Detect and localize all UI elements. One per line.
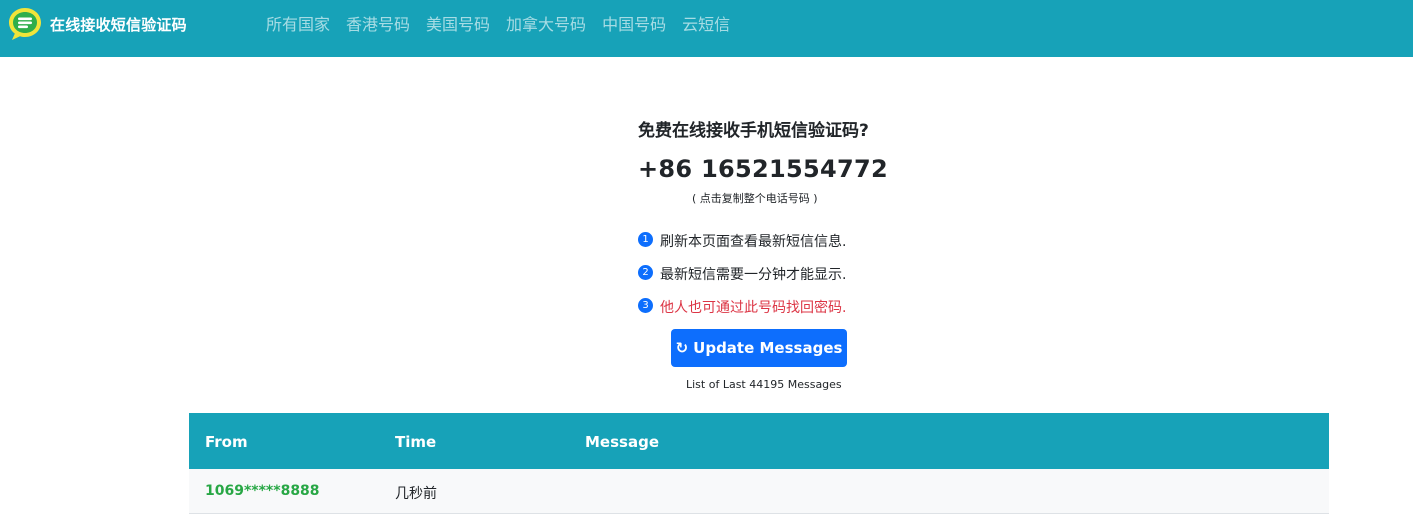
brand-link[interactable]: 在线接收短信验证码 [7, 6, 187, 42]
number-badge-icon: 1 [638, 231, 653, 247]
sender-number: 1069*****8888 [205, 483, 320, 499]
chat-bubble-logo-icon [9, 8, 41, 40]
nav-all-countries[interactable]: 所有国家 [266, 14, 330, 36]
copy-hint[interactable]: ( 点击复制整个电话号码 ) [692, 190, 818, 206]
table-row: 1069*****8888 几秒前 [189, 469, 1329, 514]
tip-item: 2 最新短信需要一分钟才能显示. [638, 264, 846, 284]
brand-text: 在线接收短信验证码 [50, 15, 187, 34]
main-nav: 所有国家 香港号码 美国号码 加拿大号码 中国号码 云短信 [266, 14, 746, 36]
update-messages-label: Update Messages [693, 339, 843, 357]
refresh-icon: ↻ [675, 339, 689, 357]
message-time: 几秒前 [395, 486, 437, 502]
nav-us-numbers[interactable]: 美国号码 [426, 14, 490, 36]
tip-text: 他人也可通过此号码找回密码. [660, 300, 847, 316]
page-title: 免费在线接收手机短信验证码? [638, 121, 869, 141]
message-count: List of Last 44195 Messages [686, 378, 842, 391]
tip-item: 1 刷新本页面查看最新短信信息. [638, 231, 846, 251]
nav-china-numbers[interactable]: 中国号码 [602, 14, 666, 36]
nav-hongkong-numbers[interactable]: 香港号码 [346, 14, 410, 36]
number-badge-icon: 2 [638, 264, 653, 280]
nav-cloud-sms[interactable]: 云短信 [682, 14, 730, 36]
column-header-from: From [205, 433, 248, 451]
column-header-time: Time [395, 433, 437, 451]
table-header: From Time Message [189, 413, 1329, 469]
nav-canada-numbers[interactable]: 加拿大号码 [506, 14, 586, 36]
top-navbar: 在线接收短信验证码 所有国家 香港号码 美国号码 加拿大号码 中国号码 云短信 [0, 0, 1413, 57]
phone-number[interactable]: +86 16521554772 [638, 155, 888, 183]
tip-text: 最新短信需要一分钟才能显示. [660, 267, 847, 283]
column-header-message: Message [585, 433, 659, 451]
number-badge-icon: 3 [638, 297, 653, 313]
messages-table: From Time Message 1069*****8888 几秒前 [189, 413, 1329, 514]
tip-item-warning: 3 他人也可通过此号码找回密码. [638, 297, 846, 317]
update-messages-button[interactable]: ↻ Update Messages [671, 329, 847, 367]
tips-list: 1 刷新本页面查看最新短信信息. 2 最新短信需要一分钟才能显示. 3 他人也可… [638, 231, 846, 330]
tip-text: 刷新本页面查看最新短信信息. [660, 234, 847, 250]
